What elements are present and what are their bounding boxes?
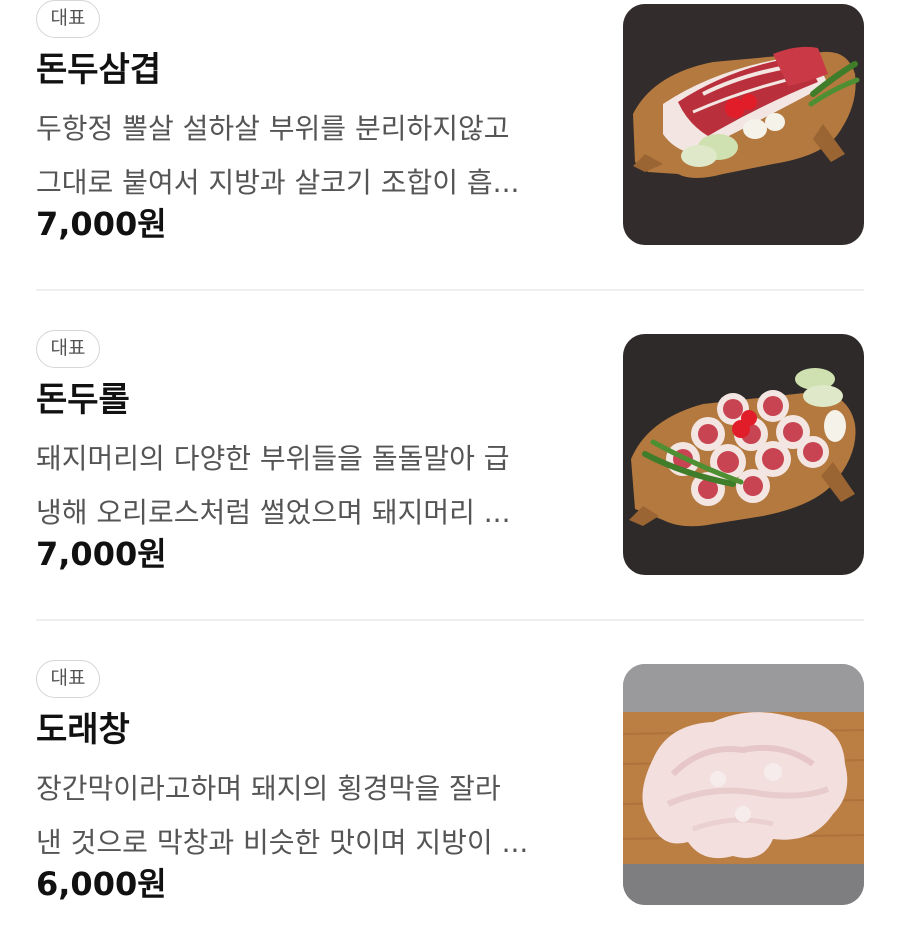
menu-item[interactable]: 대표 돈두삼겹 두항정 뽈살 설하살 부위를 분리하지않고 그대로 붙여서 지방…	[36, 0, 864, 245]
menu-item-price: 7,000원	[36, 205, 167, 243]
description-line: 돼지머리의 다양한 부위들을 돌돌말아 급	[36, 442, 510, 475]
signature-badge: 대표	[36, 660, 100, 698]
menu-item[interactable]: 대표 도래창 장간막이라고하며 돼지의 횡경막을 잘라 낸 것으로 막창과 비슷…	[36, 654, 864, 905]
menu-item-description: 두항정 뽈살 설하살 부위를 분리하지않고 그대로 붙여서 지방과 살코기 조합…	[36, 102, 596, 210]
signature-badge: 대표	[36, 0, 100, 38]
menu-item-price: 6,000원	[36, 865, 167, 903]
menu-item[interactable]: 대표 돈두롤 돼지머리의 다양한 부위들을 돌돌말아 급 냉해 오리로스처럼 썰…	[36, 324, 864, 575]
pork-board-photo-icon[interactable]	[623, 4, 864, 245]
item-divider	[36, 289, 864, 291]
menu-item-name: 도래창	[36, 710, 130, 750]
menu-item-name: 돈두삼겹	[36, 50, 162, 90]
description-line: 두항정 뽈살 설하살 부위를 분리하지않고	[36, 112, 510, 145]
description-line: 장간막이라고하며 돼지의 횡경막을 잘라	[36, 772, 501, 805]
pork-intestine-board-photo-icon[interactable]	[623, 664, 864, 905]
menu-item-description: 돼지머리의 다양한 부위들을 돌돌말아 급 냉해 오리로스처럼 썰었으며 돼지머…	[36, 432, 596, 540]
signature-badge: 대표	[36, 330, 100, 368]
menu-item-name: 돈두롤	[36, 380, 130, 420]
menu-item-price: 7,000원	[36, 535, 167, 573]
item-divider	[36, 619, 864, 621]
pork-roll-board-photo-icon[interactable]	[623, 334, 864, 575]
menu-list: 대표 돈두삼겹 두항정 뽈살 설하살 부위를 분리하지않고 그대로 붙여서 지방…	[0, 0, 900, 945]
menu-item-description: 장간막이라고하며 돼지의 횡경막을 잘라 낸 것으로 막창과 비슷한 맛이며 지…	[36, 762, 596, 870]
